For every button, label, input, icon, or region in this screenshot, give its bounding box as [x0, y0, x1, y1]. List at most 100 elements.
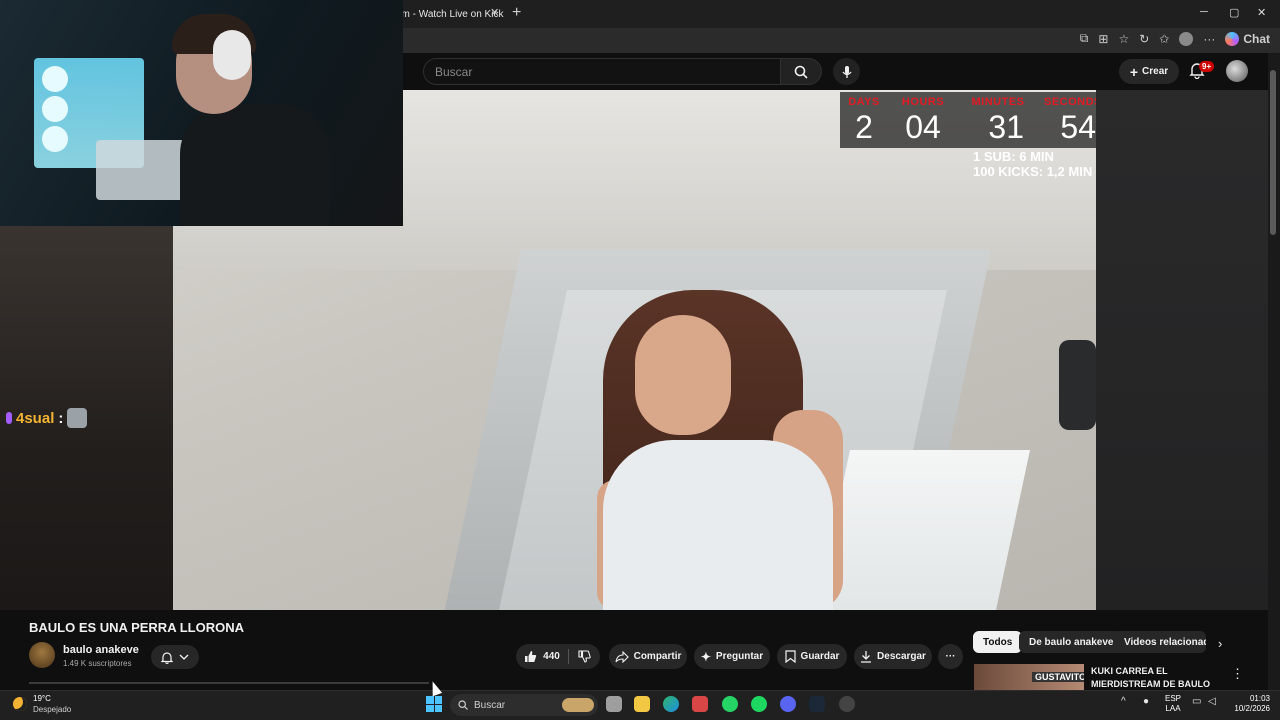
thumbs-down-icon — [578, 650, 591, 663]
create-label: Crear — [1142, 66, 1169, 77]
copilot-chat-button[interactable]: Chat — [1225, 31, 1270, 46]
scrollbar-thumb[interactable] — [1270, 70, 1276, 235]
microphone-tray-icon[interactable]: ● — [1143, 696, 1149, 707]
favorite-star-icon[interactable]: ☆ — [1118, 32, 1129, 46]
refresh-icon[interactable]: ↻ — [1139, 32, 1149, 46]
taskbar-clock[interactable]: 01:03 10/2/2026 — [1226, 694, 1270, 714]
volume-icon[interactable]: ◁ — [1208, 696, 1216, 707]
browser-tab[interactable]: am - Watch Live on Kick — [396, 2, 504, 26]
notification-badge: 9+ — [1199, 61, 1215, 72]
task-view-icon[interactable] — [606, 696, 622, 712]
countdown-value: 2 — [855, 109, 873, 145]
share-button[interactable]: Compartir — [609, 644, 687, 669]
taskbar-search-label: Buscar — [474, 699, 506, 711]
download-icon — [861, 651, 872, 663]
like-button[interactable]: 440 — [516, 644, 568, 669]
search-icon — [458, 700, 468, 710]
countdown-value: 04 — [905, 109, 941, 145]
more-icon: ··· — [945, 651, 956, 662]
tab-title: am - Watch Live on Kick — [396, 8, 504, 20]
lang-code: ESP — [1165, 694, 1182, 703]
translate-icon[interactable]: ⧉ — [1080, 31, 1089, 46]
tab-close-icon[interactable]: ✕ — [490, 6, 499, 19]
moon-weather-icon[interactable] — [13, 697, 27, 711]
maximize-button[interactable]: ▢ — [1229, 6, 1239, 19]
related-video-title[interactable]: KUKI CARREA EL MIERDISTREAM DE BAULO — [1091, 665, 1211, 690]
file-explorer-icon[interactable] — [634, 696, 650, 712]
search-highlight-icon — [562, 698, 594, 712]
bookmark-icon — [784, 650, 796, 663]
whatsapp-icon[interactable] — [722, 696, 738, 712]
chevron-right-icon[interactable]: › — [1218, 636, 1222, 651]
fan — [42, 96, 68, 122]
subscriber-count: 1.49 K suscriptores — [63, 659, 132, 668]
menu-more-icon[interactable]: ··· — [1203, 32, 1215, 46]
sub-rate-text: 1 SUB: 6 MIN — [973, 149, 1054, 164]
edge-browser-icon[interactable] — [663, 696, 679, 712]
chip-related[interactable]: Videos relacionados — [1114, 631, 1206, 653]
discord-icon[interactable] — [780, 696, 796, 712]
channel-name[interactable]: baulo anakeve — [63, 644, 139, 656]
countdown-value: 31 — [988, 109, 1024, 145]
chip-all[interactable]: Todos — [973, 631, 1023, 653]
account-avatar[interactable] — [1226, 60, 1248, 82]
ask-button[interactable]: ✦ Preguntar — [694, 644, 770, 669]
close-window-button[interactable]: ✕ — [1257, 6, 1266, 19]
channel-avatar[interactable] — [29, 642, 55, 668]
stream-chat-message: 4sual : — [6, 408, 88, 428]
save-button[interactable]: Guardar — [777, 644, 847, 669]
microphone-icon — [841, 65, 852, 78]
minimize-button[interactable]: ─ — [1200, 6, 1208, 18]
input-language[interactable]: ESP LAA — [1165, 694, 1181, 714]
taskbar-search[interactable]: Buscar — [450, 694, 598, 716]
steam-icon[interactable] — [809, 696, 825, 712]
snipping-tool-icon[interactable] — [692, 696, 708, 712]
search-input[interactable]: Buscar — [423, 58, 781, 85]
favorites-icon[interactable]: ✩ — [1159, 32, 1169, 46]
windows-start-icon[interactable] — [426, 696, 442, 712]
related-video-thumbnail[interactable]: GUSTAVITO — [974, 664, 1084, 690]
subscription-bell-button[interactable] — [151, 645, 199, 669]
search-icon — [794, 65, 808, 79]
obs-icon[interactable] — [839, 696, 855, 712]
download-label: Descargar — [877, 651, 926, 662]
clock-date: 10/2/2026 — [1234, 704, 1270, 713]
save-label: Guardar — [800, 651, 840, 662]
chat-username: 4sual — [16, 409, 55, 427]
voice-search-button[interactable] — [833, 58, 860, 85]
countdown-hours: HOURS 04 — [896, 92, 950, 145]
search-placeholder: Buscar — [435, 64, 473, 79]
person-top — [603, 440, 833, 610]
countdown-days: DAYS 2 — [842, 92, 886, 145]
download-button[interactable]: Descargar — [854, 644, 932, 669]
apps-icon[interactable]: ⊞ — [1098, 32, 1108, 46]
ask-label: Preguntar — [715, 651, 764, 662]
thumbs-up-icon — [525, 651, 537, 662]
like-dislike-group: 440 — [516, 644, 600, 669]
share-icon — [615, 650, 629, 663]
video-side-panel-right — [1096, 90, 1268, 610]
countdown-seconds: SECONDS 54 — [1044, 92, 1096, 142]
streamer-body — [180, 104, 330, 226]
share-label: Compartir — [633, 651, 682, 662]
cat-emote-icon — [67, 408, 88, 428]
mic-badge-icon — [6, 412, 12, 424]
sparkle-icon: ✦ — [700, 649, 711, 664]
tray-overflow-icon[interactable]: ^ — [1121, 696, 1126, 707]
more-actions-button[interactable]: ··· — [938, 644, 963, 669]
related-more-icon[interactable]: ⋮ — [1231, 666, 1244, 682]
video-title: BAULO ES UNA PERRA LLORONA — [29, 620, 244, 635]
weather-description[interactable]: Despejado — [33, 705, 71, 714]
chip-channel[interactable]: De baulo anakeve — [1019, 631, 1124, 653]
dislike-button[interactable] — [569, 644, 600, 669]
screen: am - Watch Live on Kick ✕ + ─ ▢ ✕ ⧉ ⊞ ☆ … — [0, 0, 1280, 720]
new-tab-button[interactable]: + — [512, 4, 521, 22]
clock-time: 01:03 — [1249, 694, 1270, 703]
spotify-icon[interactable] — [751, 696, 767, 712]
profile-avatar[interactable] — [1179, 31, 1194, 46]
weather-temperature[interactable]: 19°C — [33, 694, 51, 703]
plus-icon: + — [1129, 63, 1139, 80]
create-button[interactable]: + Crear — [1119, 59, 1179, 84]
network-icon[interactable]: ▭ — [1192, 696, 1201, 707]
search-button[interactable] — [781, 58, 822, 85]
